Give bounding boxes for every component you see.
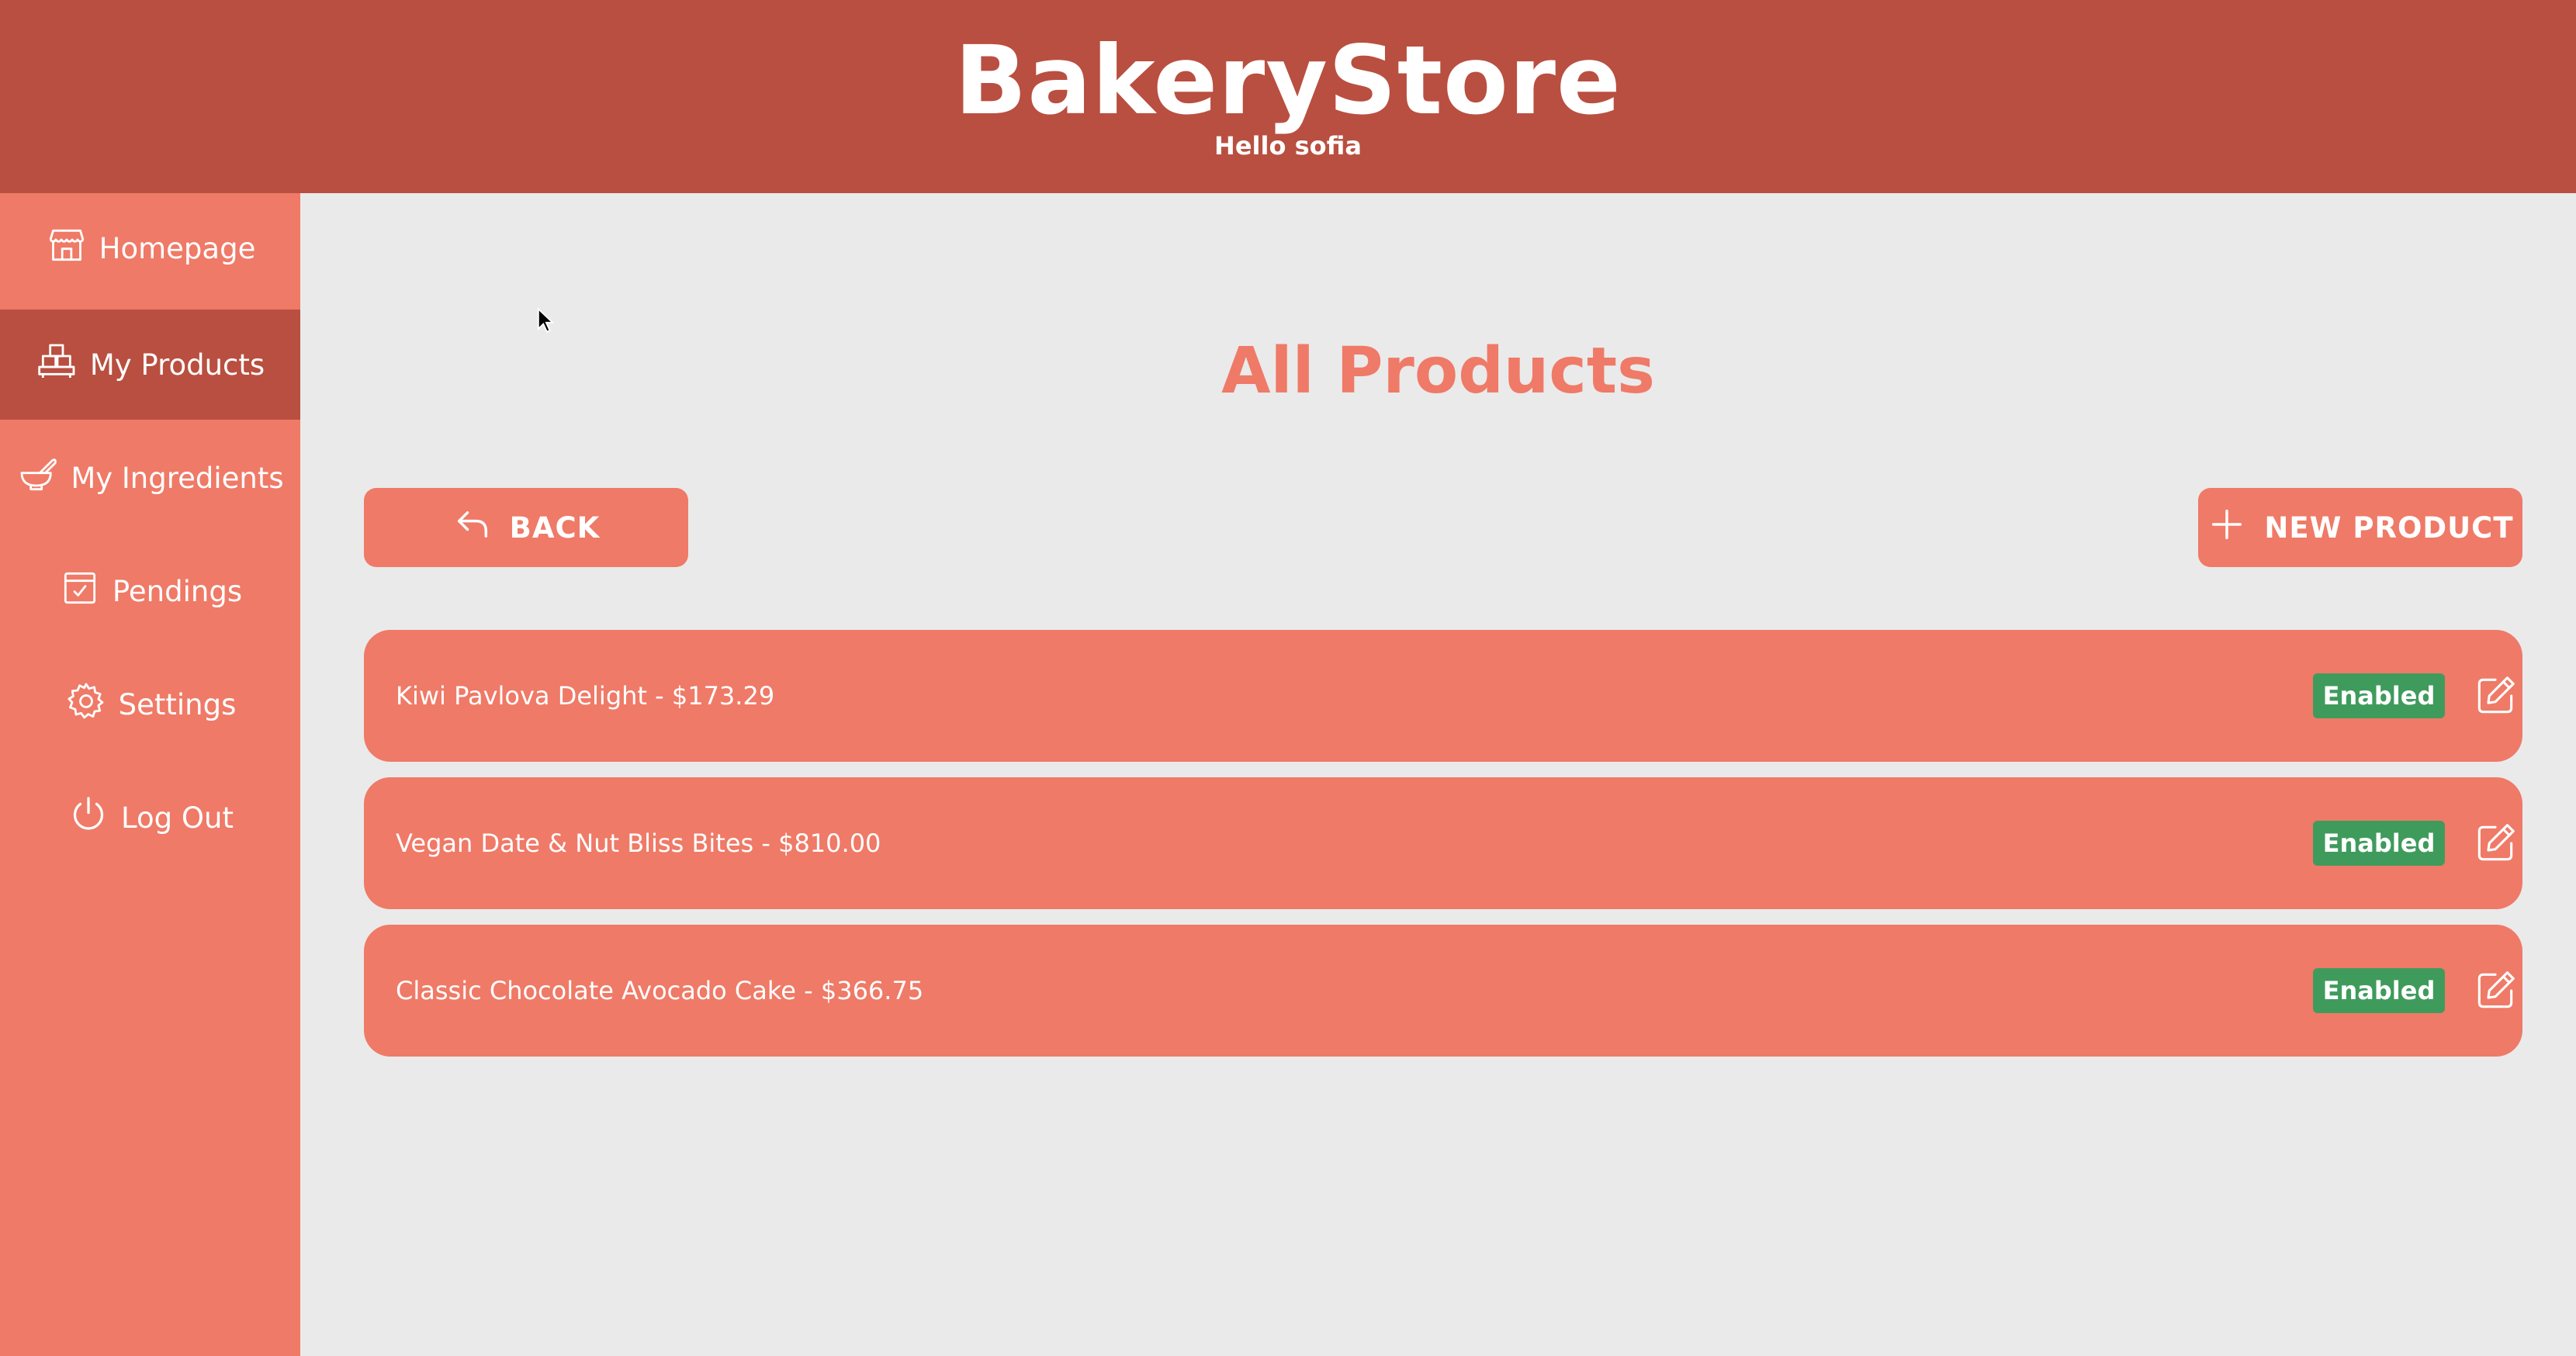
- sidebar-item-label: Homepage: [99, 231, 256, 265]
- sidebar-item-label: Log Out: [121, 801, 234, 835]
- product-row[interactable]: Kiwi Pavlova Delight - $173.29 Enabled: [364, 630, 2522, 762]
- main-content: All Products BACK NEW PRODUCT Kiwi Pavlo…: [300, 193, 2576, 1356]
- sidebar-item-my-products[interactable]: My Products: [0, 310, 300, 420]
- edit-icon: [2477, 971, 2515, 1008]
- back-button[interactable]: BACK: [364, 488, 688, 567]
- sidebar-item-my-ingredients[interactable]: My Ingredients: [0, 423, 300, 533]
- status-badge: Enabled: [2313, 968, 2445, 1013]
- sidebar: Homepage My Products My Ingredients Pend…: [0, 193, 300, 1356]
- sidebar-item-log-out[interactable]: Log Out: [0, 763, 300, 873]
- app-root: BakeryStore Hello sofia Homepage My Prod…: [0, 0, 2576, 1356]
- sidebar-item-label: My Ingredients: [71, 461, 284, 495]
- product-name-price: Kiwi Pavlova Delight - $173.29: [396, 681, 775, 711]
- checkbox-icon: [58, 566, 102, 617]
- sidebar-item-homepage[interactable]: Homepage: [0, 193, 300, 303]
- status-badge: Enabled: [2313, 673, 2445, 718]
- sidebar-item-pendings[interactable]: Pendings: [0, 536, 300, 646]
- power-icon: [67, 793, 110, 843]
- edit-icon: [2477, 676, 2515, 714]
- edit-button[interactable]: [2468, 963, 2522, 1018]
- product-name-price: Classic Chocolate Avocado Cake - $366.75: [396, 976, 924, 1005]
- edit-button[interactable]: [2468, 669, 2522, 723]
- status-badge: Enabled: [2313, 821, 2445, 866]
- sidebar-item-label: My Products: [89, 348, 265, 382]
- gear-icon: [64, 680, 108, 730]
- user-greeting: Hello sofia: [1214, 131, 1362, 161]
- sidebar-item-label: Settings: [118, 687, 237, 721]
- sidebar-item-label: Pendings: [112, 574, 243, 608]
- product-row[interactable]: Classic Chocolate Avocado Cake - $366.75…: [364, 925, 2522, 1057]
- new-product-button-label: NEW PRODUCT: [2264, 510, 2514, 545]
- app-header: BakeryStore Hello sofia: [0, 0, 2576, 193]
- back-button-label: BACK: [509, 510, 601, 545]
- edit-icon: [2477, 824, 2515, 861]
- new-product-button[interactable]: NEW PRODUCT: [2198, 488, 2522, 567]
- edit-button[interactable]: [2468, 816, 2522, 870]
- page-title: All Products: [1221, 334, 1655, 408]
- product-name-price: Vegan Date & Nut Bliss Bites - $810.00: [396, 828, 881, 858]
- mouse-cursor-icon: [537, 307, 554, 333]
- product-row[interactable]: Vegan Date & Nut Bliss Bites - $810.00 E…: [364, 777, 2522, 909]
- plus-icon: [2207, 504, 2247, 552]
- products-icon: [36, 340, 79, 390]
- bowl-icon: [16, 453, 60, 503]
- brand-title: BakeryStore: [954, 26, 1622, 136]
- sidebar-item-settings[interactable]: Settings: [0, 649, 300, 759]
- undo-arrow-icon: [452, 504, 493, 552]
- store-icon: [45, 223, 88, 274]
